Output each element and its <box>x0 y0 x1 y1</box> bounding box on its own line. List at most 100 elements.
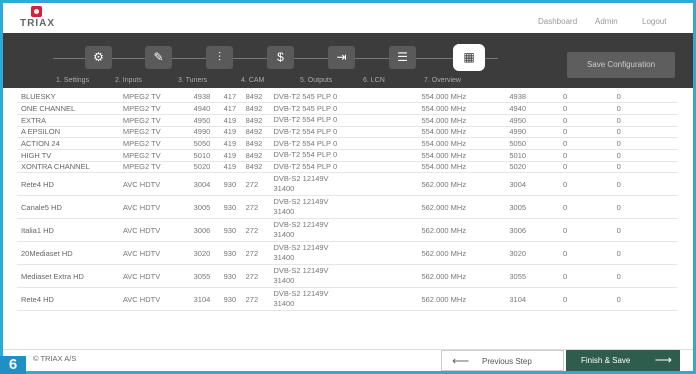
table-cell: DVB-S2 12149V 31400 <box>269 218 418 243</box>
step-5-button[interactable]: ⇥ <box>328 46 355 69</box>
table-cell: 0 <box>559 91 613 104</box>
table-cell: 4950 <box>189 114 220 127</box>
table-cell: Rete4 HD <box>17 287 119 312</box>
table-cell: 930 <box>219 241 242 266</box>
table-cell: 5010 <box>505 149 559 162</box>
table-cell: 0 <box>612 161 677 174</box>
table-cell: DVB-T2 554 PLP 0 <box>269 149 418 162</box>
table-cell: 3006 <box>189 218 220 243</box>
table-cell: 8492 <box>241 102 270 115</box>
step-2-button[interactable]: ✎ <box>145 46 172 69</box>
table-cell: 419 <box>219 114 242 127</box>
table-cell: 0 <box>612 264 677 289</box>
table-cell: AVC HDTV <box>118 287 190 312</box>
top-header: TRIAX Dashboard Admin Logout <box>3 3 693 33</box>
sliders-icon: ⫶ <box>217 50 221 64</box>
table-cell: 419 <box>219 161 242 174</box>
logout-link[interactable]: Logout <box>642 17 666 26</box>
table-row: XONTRA CHANNEL MPEG2 TV 5020 419 8492 DVB-T2 … <box>17 161 677 174</box>
table-cell: 417 <box>219 91 242 104</box>
table-cell: AVC HDTV <box>118 241 190 266</box>
table-cell: 0 <box>612 102 677 115</box>
table-cell: 930 <box>219 195 242 220</box>
table-cell: EXTRA <box>17 114 119 127</box>
table-cell: 0 <box>612 91 677 104</box>
step-label: 3. Tuners <box>178 77 208 84</box>
finish-save-label: Finish & Save <box>581 356 631 365</box>
dashboard-link[interactable]: Dashboard <box>538 17 577 26</box>
output-arrow-icon: ⇥ <box>336 50 347 64</box>
table-cell: DVB-S2 12149V 31400 <box>269 287 418 312</box>
table-cell: BLUESKY <box>17 91 119 104</box>
table-cell: 0 <box>612 195 677 220</box>
step-7-button[interactable]: ▦ <box>453 44 485 71</box>
previous-step-button[interactable]: ⟵ Previous Step <box>441 350 564 371</box>
app-window: TRIAX Dashboard Admin Logout ⚙ 1. Setting… <box>3 3 693 371</box>
step-label: 7. Overview <box>424 77 461 84</box>
table-row: ACTION 24 MPEG2 TV 5050 419 8492 DVB-T2 554 P… <box>17 137 677 150</box>
table-row: A EPSILON MPEG2 TV 4990 419 8492 DVB-T2 554 P… <box>17 126 677 139</box>
arrow-left-icon: ⟵ <box>452 354 470 368</box>
table-cell: 5050 <box>189 137 220 150</box>
table-row: Rete4 HD AVC HDTV 3004 930 272 DVB-S2 12149V 3… <box>17 172 677 197</box>
step-label: 5. Outputs <box>300 77 333 84</box>
table-cell: MPEG2 TV <box>118 102 190 115</box>
table-cell: ACTION 24 <box>17 137 119 150</box>
table-cell: 4950 <box>505 114 559 127</box>
step-label: 2. Inputs <box>115 77 142 84</box>
step-4-button[interactable]: $ <box>267 46 294 69</box>
table-cell: 3005 <box>505 195 559 220</box>
finish-save-button[interactable]: Finish & Save ⟶ <box>566 350 680 371</box>
table-cell: 5020 <box>189 161 220 174</box>
table-cell: HIGH TV <box>17 149 119 162</box>
channel-table-scroll[interactable]: BLUESKY MPEG2 TV 4938 417 8492 DVB-T2 545 PLP… <box>17 91 687 349</box>
copyright-text: © TRIAX A/S <box>33 354 77 363</box>
plug-icon: ✎ <box>153 50 164 64</box>
step-1-button[interactable]: ⚙ <box>85 46 112 69</box>
table-cell: 419 <box>219 126 242 139</box>
table-cell: DVB-T2 554 PLP 0 <box>269 114 418 127</box>
table-cell: 8492 <box>241 91 270 104</box>
table-cell: 930 <box>219 287 242 312</box>
table-cell: Canale5 HD <box>17 195 119 220</box>
table-cell: 8492 <box>241 137 270 150</box>
table-cell: 0 <box>559 102 613 115</box>
save-configuration-button[interactable]: Save Configuration <box>567 52 675 78</box>
table-cell: DVB-S2 12149V 31400 <box>269 172 418 197</box>
step-6-button[interactable]: ☰ <box>389 46 416 69</box>
table-cell: 8492 <box>241 126 270 139</box>
table-cell: 4940 <box>505 102 559 115</box>
step-3-button[interactable]: ⫶ <box>206 46 233 69</box>
table-cell: 0 <box>559 241 613 266</box>
table-cell: 554.000 MHz <box>417 126 506 139</box>
table-cell: 554.000 MHz <box>417 149 506 162</box>
table-cell: 8492 <box>241 161 270 174</box>
admin-link[interactable]: Admin <box>595 17 618 26</box>
table-cell: 3005 <box>189 195 220 220</box>
grid-icon: ▦ <box>463 50 475 64</box>
table-cell: 0 <box>559 126 613 139</box>
table-cell: 0 <box>612 287 677 312</box>
table-cell: XONTRA CHANNEL <box>17 161 119 174</box>
table-cell: 554.000 MHz <box>417 137 506 150</box>
table-cell: 0 <box>612 172 677 197</box>
table-row: ONE CHANNEL MPEG2 TV 4940 417 8492 DVB-T2 545… <box>17 102 677 115</box>
table-row: BLUESKY MPEG2 TV 4938 417 8492 DVB-T2 545 PLP… <box>17 91 677 104</box>
table-cell: Rete4 HD <box>17 172 119 197</box>
table-cell: 0 <box>559 161 613 174</box>
table-cell: 3104 <box>189 287 220 312</box>
table-cell: 3004 <box>189 172 220 197</box>
page-number-badge: 6 <box>0 356 26 374</box>
table-cell: 419 <box>219 137 242 150</box>
table-cell: 272 <box>241 287 270 312</box>
previous-step-label: Previous Step <box>482 357 532 366</box>
table-cell: DVB-T2 545 PLP 0 <box>269 102 418 115</box>
table-cell: 3055 <box>189 264 220 289</box>
table-cell: AVC HDTV <box>118 172 190 197</box>
table-cell: 0 <box>559 264 613 289</box>
table-cell: MPEG2 TV <box>118 114 190 127</box>
table-cell: 272 <box>241 195 270 220</box>
table-cell: 554.000 MHz <box>417 161 506 174</box>
table-cell: Italia1 HD <box>17 218 119 243</box>
step-label: 6. LCN <box>363 77 385 84</box>
